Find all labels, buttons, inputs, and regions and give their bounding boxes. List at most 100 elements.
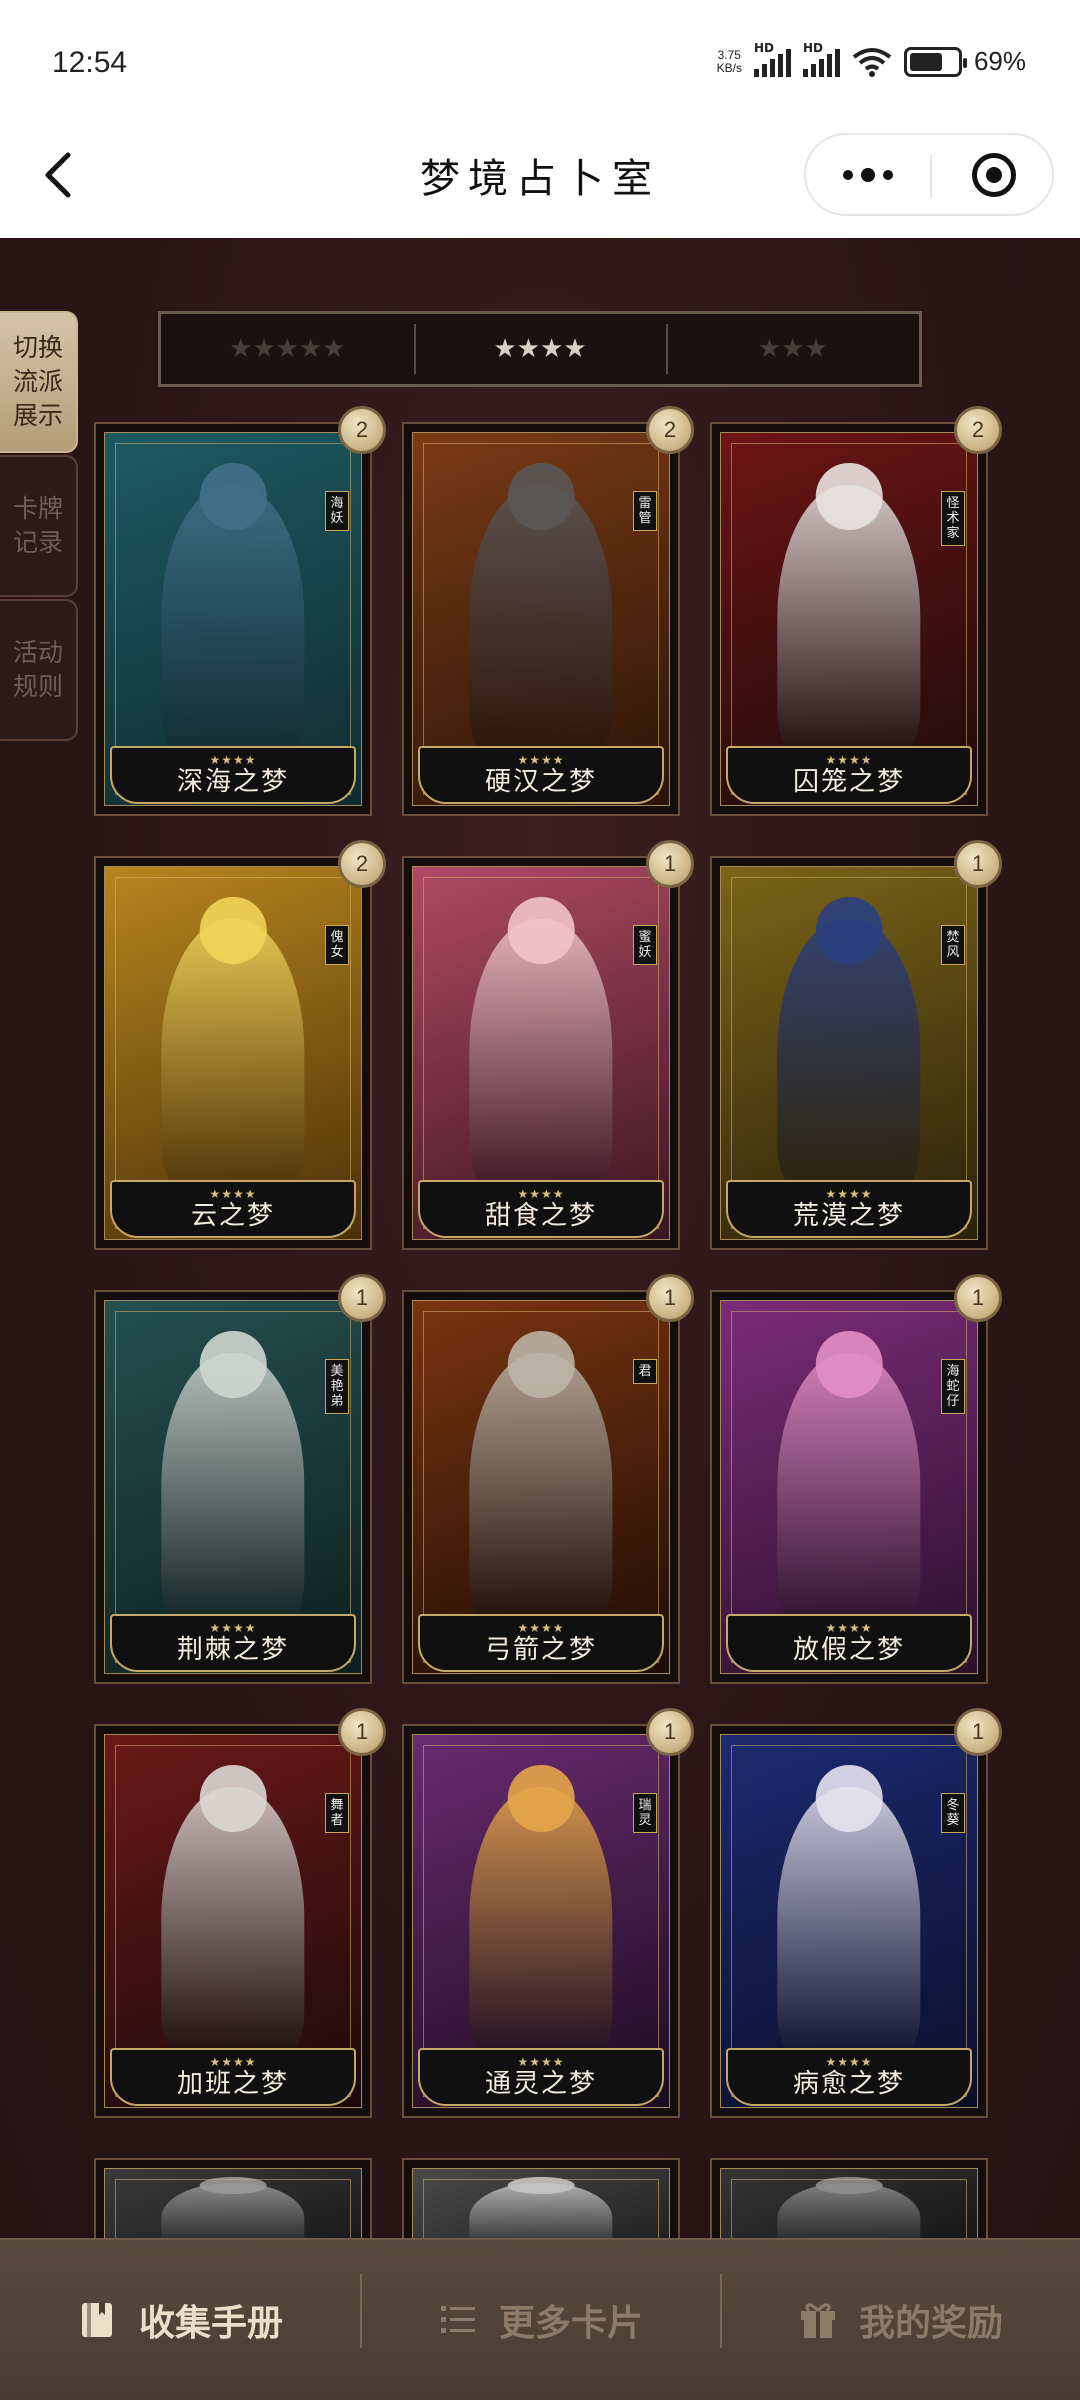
card-name: 弓箭之梦 xyxy=(484,1635,597,1665)
card-stars: ★★★★ xyxy=(825,1187,873,1201)
card-stars: ★★★★ xyxy=(209,2055,257,2069)
list-icon xyxy=(437,2299,479,2341)
star-filter-tabs: ★★★★★ ★★★★ ★★★ xyxy=(158,311,922,387)
card-stars: ★★★★ xyxy=(825,2055,873,2069)
dream-card[interactable]: 蜜妖 ★★★★ 甜食之梦 1 xyxy=(402,840,694,1250)
card-name: 囚笼之梦 xyxy=(792,767,905,797)
side-tabs: 切换流派展示 卡牌记录 活动规则 xyxy=(0,311,80,743)
bottom-nav-label: 收集手册 xyxy=(138,2303,283,2344)
card-stars: ★★★★ xyxy=(517,753,565,767)
card-character-tag: 君 xyxy=(633,1359,657,1384)
wifi-icon xyxy=(852,47,892,77)
star-filter-tab-0[interactable]: ★★★★★ xyxy=(161,314,414,384)
card-character-tag: 冬葵 xyxy=(941,1793,965,1833)
bottom-nav-label: 更多卡片 xyxy=(498,2303,643,2344)
card-stars: ★★★★ xyxy=(209,753,257,767)
more-dot-icon xyxy=(883,170,893,180)
dream-card[interactable]: 傀女 ★★★★ 云之梦 2 xyxy=(94,840,386,1250)
target-icon xyxy=(972,153,1016,197)
gift-icon xyxy=(797,2299,839,2341)
card-name-ribbon: ★★★★ 硬汉之梦 xyxy=(418,746,664,804)
card-count-badge: 1 xyxy=(954,1274,1002,1322)
dream-card-locked[interactable] xyxy=(94,2158,372,2238)
card-count-badge: 2 xyxy=(954,406,1002,454)
card-count-badge: 1 xyxy=(954,1708,1002,1756)
card-stars: ★★★★ xyxy=(517,2055,565,2069)
card-character-tag: 瑞灵 xyxy=(633,1793,657,1833)
card-name: 病愈之梦 xyxy=(792,2069,905,2099)
dream-card[interactable]: 怪术家 ★★★★ 囚笼之梦 2 xyxy=(710,406,1002,816)
app-header: 12:54 3.75 KB/s HD HD 69% 梦境占卜室 xyxy=(0,0,1080,238)
card-name: 硬汉之梦 xyxy=(484,767,597,797)
dream-card[interactable]: 雷管 ★★★★ 硬汉之梦 2 xyxy=(402,406,694,816)
card-stars: ★★★★ xyxy=(517,1187,565,1201)
dream-card[interactable]: 美艳弟 ★★★★ 荆棘之梦 1 xyxy=(94,1274,386,1684)
close-miniprogram-button[interactable] xyxy=(932,135,1056,215)
card-count-badge: 1 xyxy=(646,840,694,888)
status-time: 12:54 xyxy=(52,46,128,79)
card-character-tag: 傀女 xyxy=(325,925,349,965)
card-name: 通灵之梦 xyxy=(484,2069,597,2099)
side-tab-0[interactable]: 切换流派展示 xyxy=(0,311,78,453)
dream-card[interactable]: 冬葵 ★★★★ 病愈之梦 1 xyxy=(710,1708,1002,2118)
signal-1-icon: HD xyxy=(753,41,791,77)
signal-1-label: HD xyxy=(753,40,774,55)
side-tab-2[interactable]: 活动规则 xyxy=(0,599,78,741)
card-name-ribbon: ★★★★ 病愈之梦 xyxy=(726,2048,972,2106)
card-name-ribbon: ★★★★ 囚笼之梦 xyxy=(726,746,972,804)
bottom-nav-label: 我的奖励 xyxy=(858,2303,1003,2344)
bottom-nav-item-0[interactable]: 收集手册 xyxy=(0,2240,360,2400)
dream-card-locked[interactable] xyxy=(710,2158,988,2238)
card-name: 深海之梦 xyxy=(176,767,289,797)
card-count-badge: 1 xyxy=(338,1274,386,1322)
card-character-tag: 海蛇仔 xyxy=(941,1359,965,1414)
star-filter-tab-2[interactable]: ★★★ xyxy=(666,314,919,384)
card-stars: ★★★★ xyxy=(209,1187,257,1201)
bottom-nav-item-1[interactable]: 更多卡片 xyxy=(360,2240,720,2400)
card-artwork xyxy=(104,2168,362,2238)
bottom-nav-item-2[interactable]: 我的奖励 xyxy=(720,2240,1080,2400)
more-options-button[interactable] xyxy=(806,135,930,215)
card-collection-area: 切换流派展示 卡牌记录 活动规则 ★★★★★ ★★★★ ★★★ 海妖 ★★★★ 深海之梦 2 雷… xyxy=(0,238,1080,2238)
signal-2-label: HD xyxy=(802,40,823,55)
card-count-badge: 1 xyxy=(954,840,1002,888)
more-dot-icon xyxy=(843,170,853,180)
net-speed-unit: KB/s xyxy=(716,60,742,75)
card-count-badge: 1 xyxy=(646,1708,694,1756)
dream-card-locked[interactable] xyxy=(402,2158,680,2238)
bottom-nav: 收集手册 更多卡片 我的奖励 xyxy=(0,2238,1080,2400)
dream-card[interactable]: 瑞灵 ★★★★ 通灵之梦 1 xyxy=(402,1708,694,2118)
card-name-ribbon: ★★★★ 荒漠之梦 xyxy=(726,1180,972,1238)
card-name: 加班之梦 xyxy=(176,2069,289,2099)
card-character-tag: 美艳弟 xyxy=(325,1359,349,1414)
card-name-ribbon: ★★★★ 加班之梦 xyxy=(110,2048,356,2106)
signal-2-icon: HD xyxy=(802,41,840,77)
card-name-ribbon: ★★★★ 深海之梦 xyxy=(110,746,356,804)
dream-card[interactable]: 海蛇仔 ★★★★ 放假之梦 1 xyxy=(710,1274,1002,1684)
star-filter-tab-1[interactable]: ★★★★ xyxy=(413,314,667,384)
card-name-ribbon: ★★★★ 甜食之梦 xyxy=(418,1180,664,1238)
battery-percent: 69% xyxy=(973,46,1026,76)
card-character-tag: 焚风 xyxy=(941,925,965,965)
card-name-ribbon: ★★★★ 弓箭之梦 xyxy=(418,1614,664,1672)
card-stars: ★★★★ xyxy=(517,1621,565,1635)
dream-card[interactable]: 君 ★★★★ 弓箭之梦 1 xyxy=(402,1274,694,1684)
book-icon xyxy=(77,2299,119,2341)
side-tab-1[interactable]: 卡牌记录 xyxy=(0,455,78,597)
dream-card[interactable]: 舞者 ★★★★ 加班之梦 1 xyxy=(94,1708,386,2118)
more-dot-icon xyxy=(861,168,875,182)
dream-card[interactable]: 海妖 ★★★★ 深海之梦 2 xyxy=(94,406,386,816)
card-name-ribbon: ★★★★ 云之梦 xyxy=(110,1180,356,1238)
card-artwork xyxy=(412,2168,670,2238)
dream-card[interactable]: 焚风 ★★★★ 荒漠之梦 1 xyxy=(710,840,1002,1250)
card-name: 荆棘之梦 xyxy=(176,1635,289,1665)
card-count-badge: 2 xyxy=(338,840,386,888)
miniprogram-capsule xyxy=(804,133,1054,216)
card-character-tag: 雷管 xyxy=(633,491,657,531)
card-name-ribbon: ★★★★ 通灵之梦 xyxy=(418,2048,664,2106)
card-character-tag: 蜜妖 xyxy=(633,925,657,965)
card-name: 甜食之梦 xyxy=(484,1201,597,1231)
status-bar: 12:54 3.75 KB/s HD HD 69% xyxy=(0,0,1080,130)
card-stars: ★★★★ xyxy=(825,753,873,767)
card-name: 云之梦 xyxy=(190,1201,275,1231)
